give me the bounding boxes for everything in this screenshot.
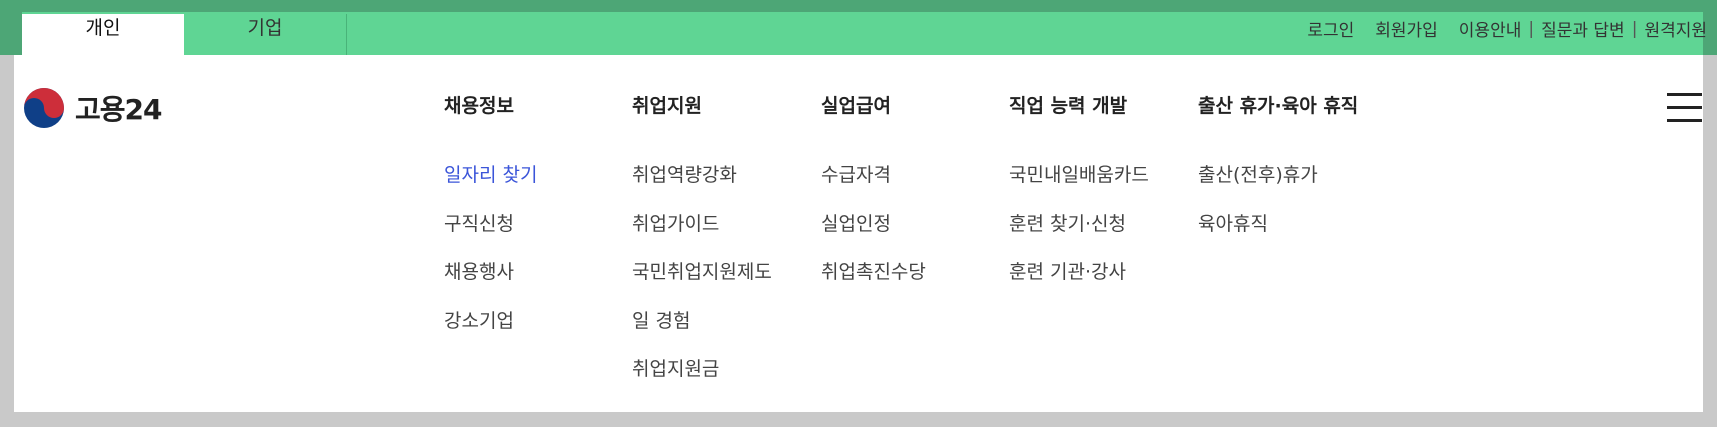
nav-column-vocational-training: 직업 능력 개발 국민내일배움카드 훈련 찾기·신청 훈련 기관·강사 (1009, 92, 1194, 308)
nav-column-employment-support: 취업지원 취업역량강화 취업가이드 국민취업지원제도 일 경험 취업지원금 (632, 92, 817, 405)
tab-corporate[interactable]: 기업 (184, 14, 346, 55)
submenu-parental-leave: 출산(전후)휴가 육아휴직 (1198, 162, 1383, 259)
hamburger-line (1667, 93, 1702, 96)
hamburger-menu-icon[interactable] (1667, 93, 1702, 123)
submenu-employment-support: 취업역량강화 취업가이드 국민취업지원제도 일 경험 취업지원금 (632, 162, 817, 405)
submenu-item-training-institutions[interactable]: 훈련 기관·강사 (1009, 259, 1194, 308)
nav-title-parental-leave[interactable]: 출산 휴가·육아 휴직 (1198, 92, 1383, 120)
submenu-item-small-giants[interactable]: 강소기업 (444, 308, 629, 357)
submenu-item-job-fair[interactable]: 채용행사 (444, 259, 629, 308)
nav-column-unemployment-benefit: 실업급여 수급자격 실업인정 취업촉진수당 (821, 92, 1006, 308)
taegeuk-icon (24, 88, 64, 128)
logo-text: 고용24 (75, 93, 162, 126)
login-link[interactable]: 로그인 (1307, 16, 1354, 41)
remote-support-link[interactable]: 원격지원 (1644, 16, 1707, 41)
hamburger-line (1667, 119, 1702, 122)
site-logo[interactable]: 고용24 (22, 86, 162, 130)
submenu-item-subsidy[interactable]: 취업지원금 (632, 356, 817, 405)
submenu-vocational-training: 국민내일배움카드 훈련 찾기·신청 훈련 기관·강사 (1009, 162, 1194, 308)
qna-link[interactable]: 질문과 답변 (1541, 16, 1625, 41)
submenu-job-info: 일자리 찾기 구직신청 채용행사 강소기업 (444, 162, 629, 356)
utility-links: 로그인 회원가입 이용안내 | 질문과 답변 | 원격지원 (1307, 14, 1707, 43)
tab-divider (346, 14, 347, 55)
submenu-item-eligibility[interactable]: 수급자격 (821, 162, 1006, 211)
nav-title-employment-support[interactable]: 취업지원 (632, 92, 817, 120)
submenu-item-job-application[interactable]: 구직신청 (444, 211, 629, 260)
nav-title-vocational-training[interactable]: 직업 능력 개발 (1009, 92, 1194, 120)
top-bar-strip (0, 0, 1717, 12)
nav-column-parental-leave: 출산 휴가·육아 휴직 출산(전후)휴가 육아휴직 (1198, 92, 1383, 259)
top-utility-bar: 개인 기업 로그인 회원가입 이용안내 | 질문과 답변 | 원격지원 (0, 0, 1717, 55)
tab-personal[interactable]: 개인 (22, 14, 184, 55)
signup-link[interactable]: 회원가입 (1375, 16, 1438, 41)
submenu-item-maternity-leave[interactable]: 출산(전후)휴가 (1198, 162, 1383, 211)
submenu-item-find-training[interactable]: 훈련 찾기·신청 (1009, 211, 1194, 260)
submenu-unemployment-benefit: 수급자격 실업인정 취업촉진수당 (821, 162, 1006, 308)
nav-title-unemployment-benefit[interactable]: 실업급여 (821, 92, 1006, 120)
submenu-item-guide[interactable]: 취업가이드 (632, 211, 817, 260)
submenu-item-recognition[interactable]: 실업인정 (821, 211, 1006, 260)
submenu-item-national-program[interactable]: 국민취업지원제도 (632, 259, 817, 308)
nav-title-job-info[interactable]: 채용정보 (444, 92, 629, 120)
nav-column-job-info: 채용정보 일자리 찾기 구직신청 채용행사 강소기업 (444, 92, 629, 356)
submenu-item-work-experience[interactable]: 일 경험 (632, 308, 817, 357)
submenu-item-training-card[interactable]: 국민내일배움카드 (1009, 162, 1194, 211)
submenu-item-capability[interactable]: 취업역량강화 (632, 162, 817, 211)
utility-separator: | (1528, 18, 1535, 39)
hamburger-line (1667, 106, 1702, 109)
utility-separator: | (1631, 18, 1638, 39)
submenu-item-promotion-allowance[interactable]: 취업촉진수당 (821, 259, 1006, 308)
submenu-item-childcare-leave[interactable]: 육아휴직 (1198, 211, 1383, 260)
usage-guide-link[interactable]: 이용안내 (1459, 16, 1522, 41)
submenu-item-find-jobs[interactable]: 일자리 찾기 (444, 162, 629, 211)
top-bar-left-edge (0, 0, 22, 55)
